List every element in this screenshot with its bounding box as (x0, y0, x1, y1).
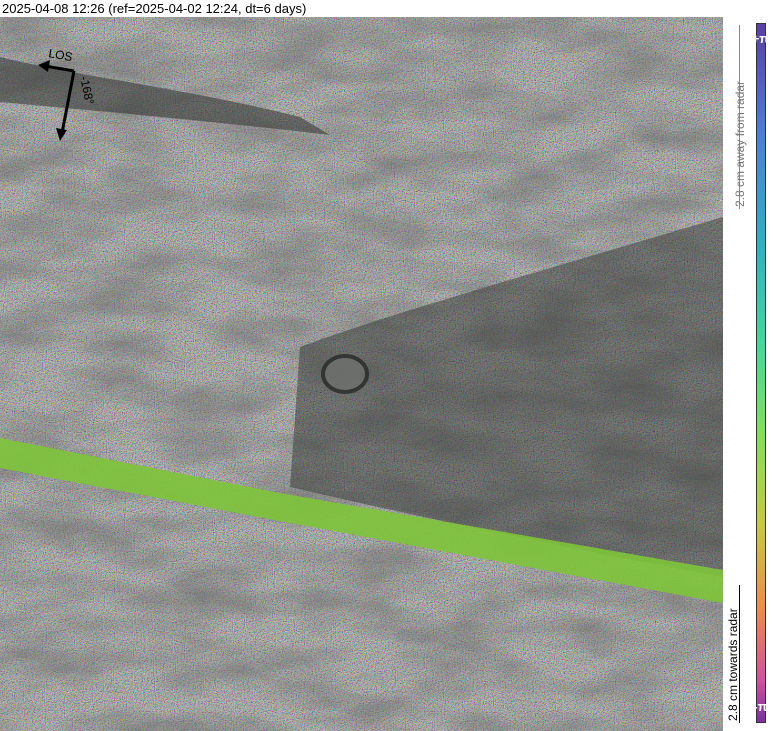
phase-colorbar (756, 23, 766, 723)
away-label: 2.8 cm away from radar (733, 80, 747, 207)
towards-label: 2.8 cm towards radar (726, 608, 740, 721)
colorbar-panel: +π -π 2.8 cm away from radar 2.8 cm towa… (723, 17, 773, 731)
interferogram-map[interactable]: LOS -168° (0, 17, 723, 731)
colorbar-bottom-label: -π (753, 699, 768, 714)
interferogram-svg: LOS -168° (0, 17, 723, 731)
colorbar-top-label: +π (751, 31, 770, 46)
crater (321, 354, 369, 394)
image-title: 2025-04-08 12:26 (ref=2025-04-02 12:24, … (2, 1, 307, 16)
